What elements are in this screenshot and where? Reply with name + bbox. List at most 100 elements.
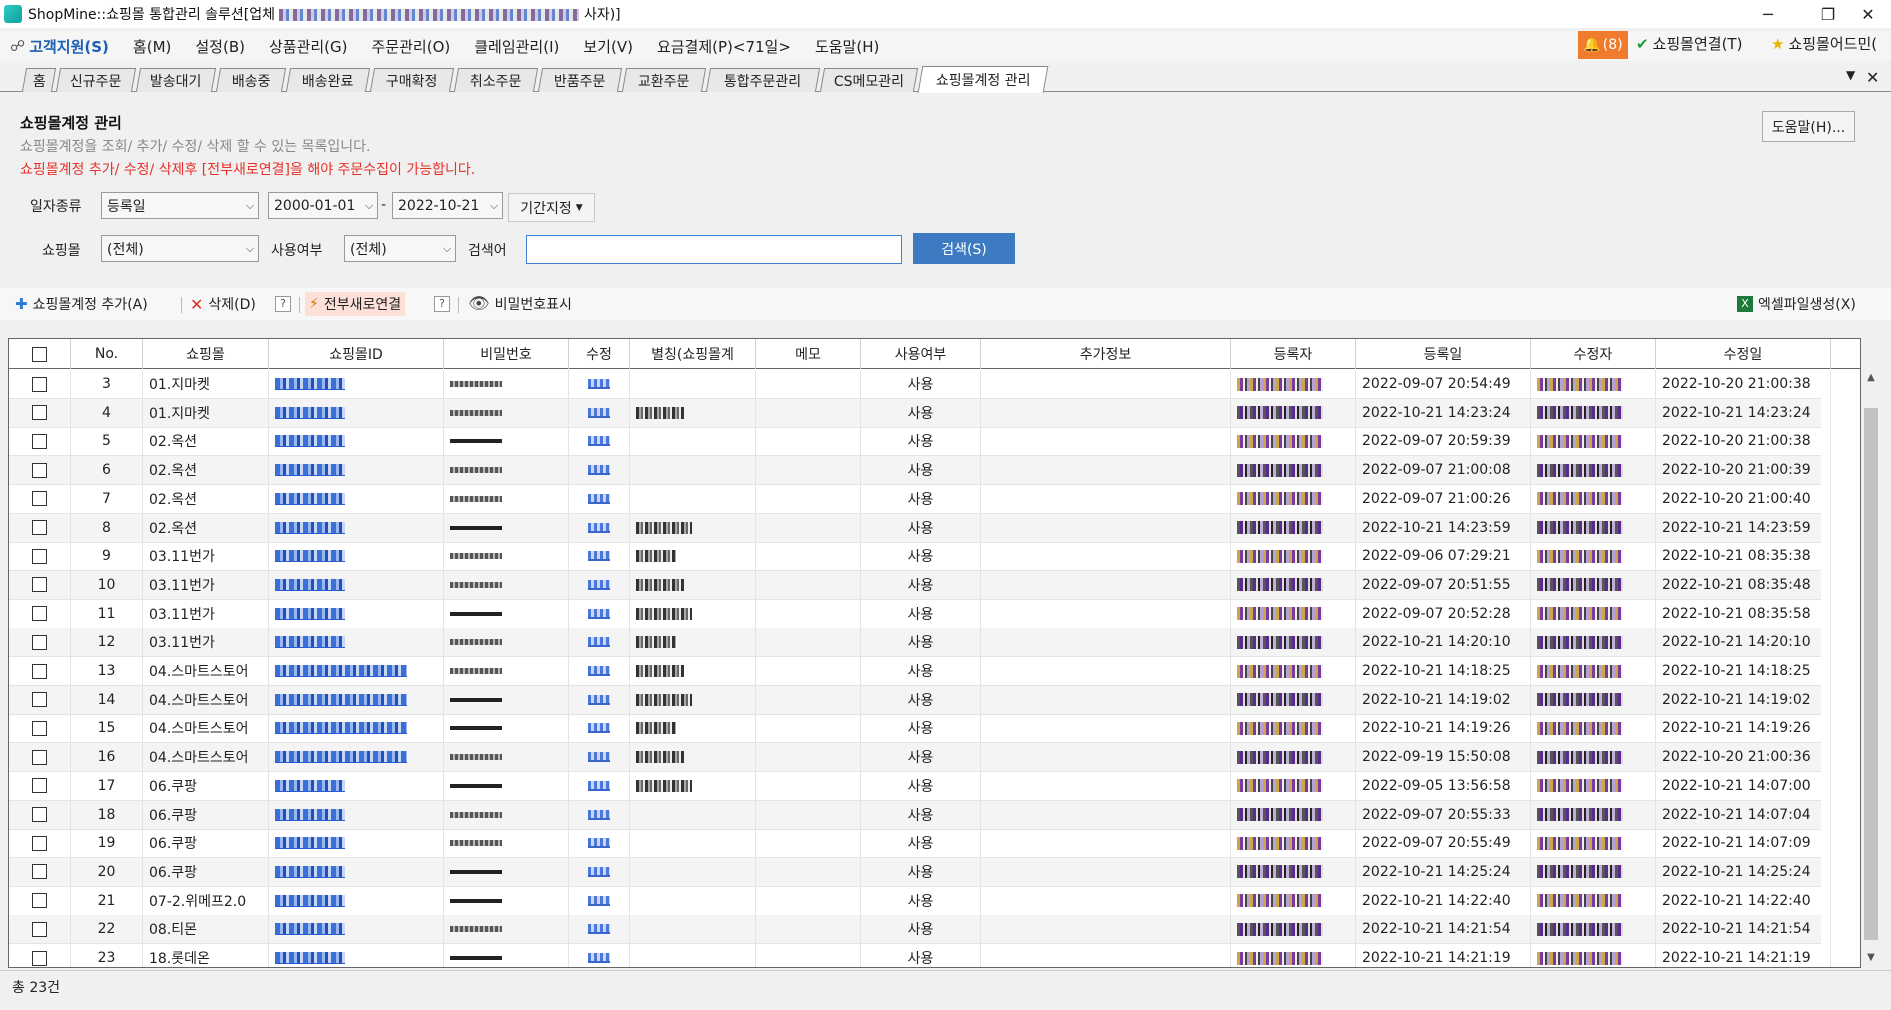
menu-settings[interactable]: 설정(B)	[183, 36, 257, 57]
help-button[interactable]: 도움말(H)...	[1762, 111, 1855, 142]
redacted-mall-id-link[interactable]	[275, 378, 345, 390]
tab-in-transit[interactable]: 배송중	[215, 68, 287, 92]
minimize-button[interactable]: ─	[1745, 0, 1791, 28]
row-select-cell[interactable]	[9, 570, 71, 599]
cell-edit[interactable]	[569, 714, 630, 743]
menu-view[interactable]: 보기(V)	[571, 36, 645, 57]
cell-edit[interactable]	[569, 743, 630, 772]
cell-edit[interactable]	[569, 370, 630, 398]
row-select-cell[interactable]	[9, 743, 71, 772]
row-select-cell[interactable]	[9, 456, 71, 485]
menu-help[interactable]: 도움말(H)	[803, 36, 891, 57]
cell-edit[interactable]	[569, 570, 630, 599]
cell-mall-id[interactable]	[269, 542, 444, 571]
table-row[interactable]: 4 01.지마켓 사용 2022-10-21 14:23:24 2022-10-21 1…	[9, 398, 1831, 428]
row-checkbox[interactable]	[32, 405, 47, 421]
cell-mall-id[interactable]	[269, 628, 444, 657]
table-row[interactable]: 11 03.11번가 사용 2022-09-07 20:52:28 2022-10-21…	[9, 599, 1831, 629]
usage-select[interactable]: (전체) ⌵	[344, 235, 456, 262]
cell-edit[interactable]	[569, 886, 630, 915]
row-select-cell[interactable]	[9, 771, 71, 800]
table-row[interactable]: 17 06.쿠팡 사용 2022-09-05 13:56:58 2022-10-21 1…	[9, 771, 1831, 801]
tab-home[interactable]: 홈	[21, 68, 57, 92]
row-checkbox[interactable]	[32, 462, 47, 478]
redacted-mall-id-link[interactable]	[275, 550, 345, 563]
redacted-mall-id-link[interactable]	[275, 923, 345, 936]
redacted-mall-id-link[interactable]	[275, 722, 407, 735]
row-select-cell[interactable]	[9, 714, 71, 743]
cell-mall-id[interactable]	[269, 427, 444, 456]
table-row[interactable]: 3 01.지마켓 사용 2022-09-07 20:54:49 2022-10-20 2…	[9, 370, 1831, 399]
row-checkbox[interactable]	[32, 921, 47, 937]
cell-edit[interactable]	[569, 398, 630, 427]
edit-link-icon[interactable]	[588, 723, 610, 734]
tab-exchanges[interactable]: 교환주문	[621, 68, 707, 92]
cell-edit[interactable]	[569, 542, 630, 571]
cell-mall-id[interactable]	[269, 685, 444, 714]
select-all-checkbox[interactable]	[32, 346, 47, 362]
cell-mall-id[interactable]	[269, 915, 444, 944]
table-row[interactable]: 9 03.11번가 사용 2022-09-06 07:29:21 2022-10-21 …	[9, 542, 1831, 572]
col-no[interactable]: No.	[71, 339, 143, 369]
menu-payment[interactable]: 요금결제(P)<71일>	[645, 36, 803, 57]
row-select-cell[interactable]	[9, 542, 71, 571]
cell-mall-id[interactable]	[269, 570, 444, 599]
row-select-cell[interactable]	[9, 685, 71, 714]
redacted-mall-id-link[interactable]	[275, 607, 345, 620]
col-edit[interactable]: 수정	[569, 339, 630, 369]
edit-link-icon[interactable]	[588, 551, 610, 562]
cell-mall-id[interactable]	[269, 657, 444, 685]
row-checkbox[interactable]	[32, 491, 47, 507]
redacted-mall-id-link[interactable]	[275, 636, 345, 649]
edit-link-icon[interactable]	[588, 895, 610, 906]
redacted-mall-id-link[interactable]	[275, 865, 345, 878]
edit-link-icon[interactable]	[588, 953, 610, 963]
reconnect-all-button[interactable]: ⚡ 전부새로연결	[305, 292, 406, 316]
table-row[interactable]: 7 02.옥션 사용 2022-09-07 21:00:26 2022-10-20 21…	[9, 484, 1831, 514]
row-select-cell[interactable]	[9, 398, 71, 427]
col-usage[interactable]: 사용여부	[861, 339, 981, 369]
row-checkbox[interactable]	[32, 663, 47, 679]
tab-cancelled[interactable]: 취소주문	[453, 68, 539, 92]
row-select-cell[interactable]	[9, 857, 71, 886]
redacted-mall-id-link[interactable]	[275, 837, 345, 850]
table-row[interactable]: 23 18.롯데온 사용 2022-10-21 14:21:19 2022-10-21 …	[9, 944, 1831, 967]
col-mall[interactable]: 쇼핑몰	[143, 339, 269, 369]
table-row[interactable]: 12 03.11번가 사용 2022-10-21 14:20:10 2022-10-21…	[9, 628, 1831, 658]
redacted-mall-id-link[interactable]	[275, 693, 407, 706]
col-password[interactable]: 비밀번호	[444, 339, 569, 369]
redacted-mall-id-link[interactable]	[275, 406, 345, 419]
row-checkbox[interactable]	[32, 720, 47, 736]
header-select-all[interactable]	[9, 339, 71, 369]
add-account-button[interactable]: ✚ 쇼핑몰계정 추가(A)	[15, 294, 148, 314]
mall-connect-button[interactable]: ✔ 쇼핑몰연결(T)	[1636, 33, 1742, 54]
tab-new-orders[interactable]: 신규주문	[55, 68, 137, 92]
col-modifier[interactable]: 수정자	[1531, 339, 1656, 369]
row-checkbox[interactable]	[32, 864, 47, 880]
cell-edit[interactable]	[569, 456, 630, 485]
col-reg-date[interactable]: 등록일	[1356, 339, 1531, 369]
redacted-mall-id-link[interactable]	[275, 808, 345, 821]
tab-delivered[interactable]: 배송완료	[285, 68, 371, 92]
table-row[interactable]: 6 02.옥션 사용 2022-09-07 21:00:08 2022-10-20 21…	[9, 456, 1831, 486]
notification-button[interactable]: 🔔 (8)	[1578, 31, 1628, 59]
show-password-button[interactable]: 👁 비밀번호표시	[468, 294, 572, 314]
mall-admin-button[interactable]: ★ 쇼핑몰어드민(	[1771, 33, 1877, 54]
edit-link-icon[interactable]	[588, 780, 610, 791]
table-row[interactable]: 13 04.스마트스토어 사용 2022-10-21 14:18:25 2022-10-…	[9, 657, 1831, 686]
cell-mall-id[interactable]	[269, 398, 444, 427]
tab-list-dropdown[interactable]: ▼	[1846, 68, 1855, 82]
cell-edit[interactable]	[569, 685, 630, 714]
cell-mall-id[interactable]	[269, 771, 444, 800]
cell-mall-id[interactable]	[269, 829, 444, 858]
close-window-button[interactable]: ✕	[1845, 0, 1891, 28]
cell-edit[interactable]	[569, 800, 630, 829]
col-memo[interactable]: 메모	[756, 339, 861, 369]
col-registrant[interactable]: 등록자	[1231, 339, 1356, 369]
edit-link-icon[interactable]	[588, 465, 610, 476]
cell-mall-id[interactable]	[269, 800, 444, 829]
cell-edit[interactable]	[569, 427, 630, 456]
row-select-cell[interactable]	[9, 628, 71, 657]
table-row[interactable]: 16 04.스마트스토어 사용 2022-09-19 15:50:08 2022-10-…	[9, 743, 1831, 773]
scroll-up-icon[interactable]: ▲	[1862, 368, 1880, 386]
